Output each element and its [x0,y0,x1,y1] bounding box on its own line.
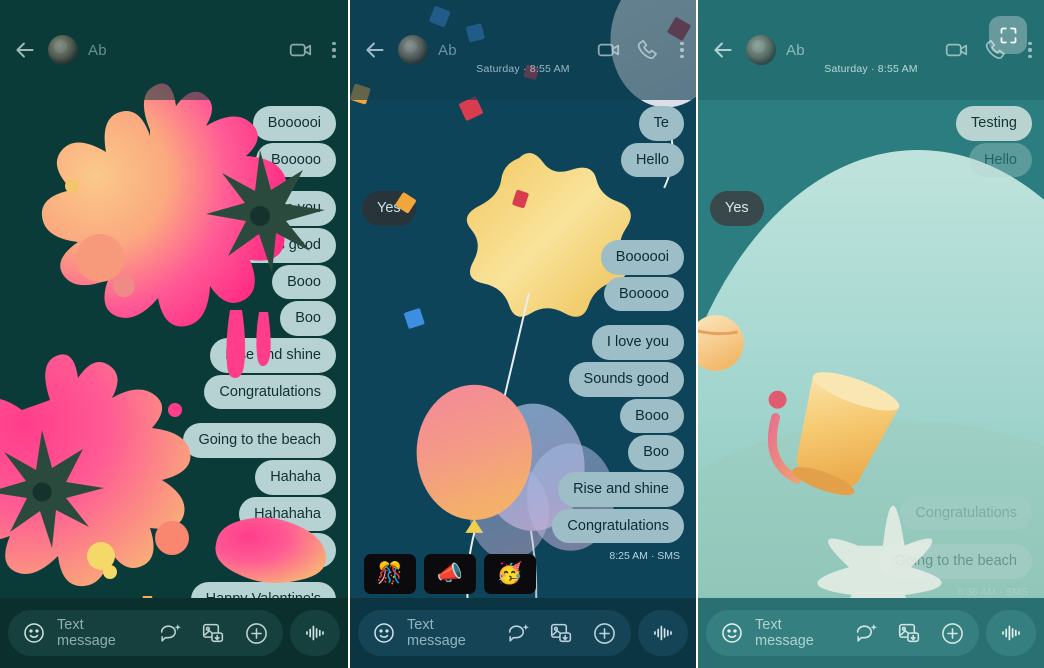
back-arrow-icon[interactable] [362,37,388,63]
message-input-pill-3[interactable]: Text message [706,610,979,656]
composer-3: Text message [698,598,1044,668]
message-bubble[interactable]: Hello [620,142,684,178]
panel-beach: Testing Hello Yes Congratulations Going … [696,0,1044,668]
overflow-menu-icon[interactable] [332,42,336,58]
sparkle-chat-icon[interactable] [506,621,531,646]
voice-waveform-icon [654,625,672,641]
message-bubble[interactable]: Booooo [604,276,684,312]
gallery-icon[interactable] [897,621,922,646]
fullscreen-button-3[interactable] [989,16,1027,54]
message-input-pill-1[interactable]: Text message [8,610,283,656]
phone-call-icon[interactable] [636,37,662,63]
message-bubble[interactable]: Yes [710,191,764,227]
message-bubble[interactable]: Te [638,106,684,141]
sticker-tile[interactable]: 🥳 [484,554,536,594]
emoji-icon[interactable] [720,621,744,645]
text-message-placeholder[interactable]: Text message [755,617,836,649]
text-message-placeholder[interactable]: Text message [57,617,140,649]
panel-paint-splatter: Boooooi Booooo I love you Sounds good Bo… [0,0,348,668]
voice-message-button-3[interactable] [986,610,1036,656]
gallery-icon[interactable] [201,621,226,646]
sticker-suggestion-tray: 🎊 📣 🥳 [364,554,536,594]
app-bar-1: Ab [0,0,348,100]
sparkle-chat-icon[interactable] [854,621,879,646]
message-bubble[interactable]: Booooo [256,142,336,178]
voice-message-button-1[interactable] [290,610,340,656]
message-bubble[interactable]: Booo [272,264,336,300]
message-bubble[interactable]: Rise and shine [558,472,684,507]
message-bubble[interactable]: Congratulations [552,508,684,544]
message-list-1: Boooooi Booooo I love you Sounds good Bo… [0,100,348,668]
message-bubble[interactable]: Boo [628,435,684,471]
message-timestamp: 8:25 AM · SMS [609,550,680,563]
message-bubble[interactable]: Boooooi [252,106,336,141]
avatar[interactable] [746,35,776,65]
message-bubble[interactable]: Hahahaha [239,496,336,532]
message-bubble[interactable]: Boooooi [600,240,684,275]
app-bar-2: Ab Saturday · 8:55 AM [350,0,696,100]
composer-2: Text message [350,598,696,668]
plus-icon[interactable] [244,621,269,646]
voice-waveform-icon [1002,625,1020,641]
message-bubble[interactable]: Going to the beach [879,544,1032,579]
sticker-tile[interactable]: 📣 [424,554,476,594]
message-bubble[interactable]: Sounds good [568,362,684,397]
three-panel-screenshot: Boooooi Booooo I love you Sounds good Bo… [0,0,1044,668]
message-bubble[interactable]: Sounds good [220,228,336,263]
avatar[interactable] [48,35,78,65]
video-call-icon[interactable] [944,37,970,63]
fullscreen-icon [1000,27,1016,43]
overflow-menu-icon[interactable] [1028,42,1032,58]
message-input-pill-2[interactable]: Text message [358,610,631,656]
message-list-3: Testing Hello Yes Congratulations Going … [698,100,1044,598]
contact-name[interactable]: Ab [438,42,457,59]
sticker-tile[interactable]: 🎊 [364,554,416,594]
video-call-icon[interactable] [596,37,622,63]
message-bubble[interactable]: Hello [968,142,1032,178]
emoji-icon[interactable] [372,621,396,645]
message-bubble[interactable]: Rise and shine [210,338,336,373]
emoji-icon[interactable] [22,621,46,645]
avatar[interactable] [398,35,428,65]
contact-name[interactable]: Ab [786,42,805,59]
message-bubble[interactable]: Testing [956,106,1032,141]
composer-1: Text message [0,598,348,668]
message-bubble[interactable]: Yes [362,191,416,227]
text-message-placeholder[interactable]: Text message [407,617,488,649]
overflow-menu-icon[interactable] [680,42,684,58]
message-timestamp: 8:36 AM · SMS [957,586,1028,598]
voice-waveform-icon [306,625,324,641]
gallery-icon[interactable] [549,621,574,646]
video-call-icon[interactable] [288,37,314,63]
message-bubble[interactable]: Going to the beach [183,423,336,459]
message-bubble[interactable]: Hahaha [255,460,336,495]
sparkle-chat-icon[interactable] [158,621,183,646]
plus-icon[interactable] [592,621,617,646]
message-bubble[interactable]: I love you [591,325,684,361]
message-bubble[interactable]: Hahahaha [239,533,336,569]
voice-message-button-2[interactable] [638,610,688,656]
message-list-2: Te Hello Yes Boooooi Booooo I love you S… [350,100,696,598]
back-arrow-icon[interactable] [12,37,38,63]
panel-balloons-confetti: Te Hello Yes Boooooi Booooo I love you S… [348,0,696,668]
plus-icon[interactable] [940,621,965,646]
message-bubble[interactable]: Boo [280,301,336,337]
message-bubble[interactable]: I love you [243,191,336,227]
message-bubble[interactable]: Congratulations [204,374,336,410]
message-bubble[interactable]: Congratulations [900,495,1032,531]
contact-name[interactable]: Ab [88,42,107,59]
message-bubble[interactable]: Booo [620,398,684,434]
back-arrow-icon[interactable] [710,37,736,63]
